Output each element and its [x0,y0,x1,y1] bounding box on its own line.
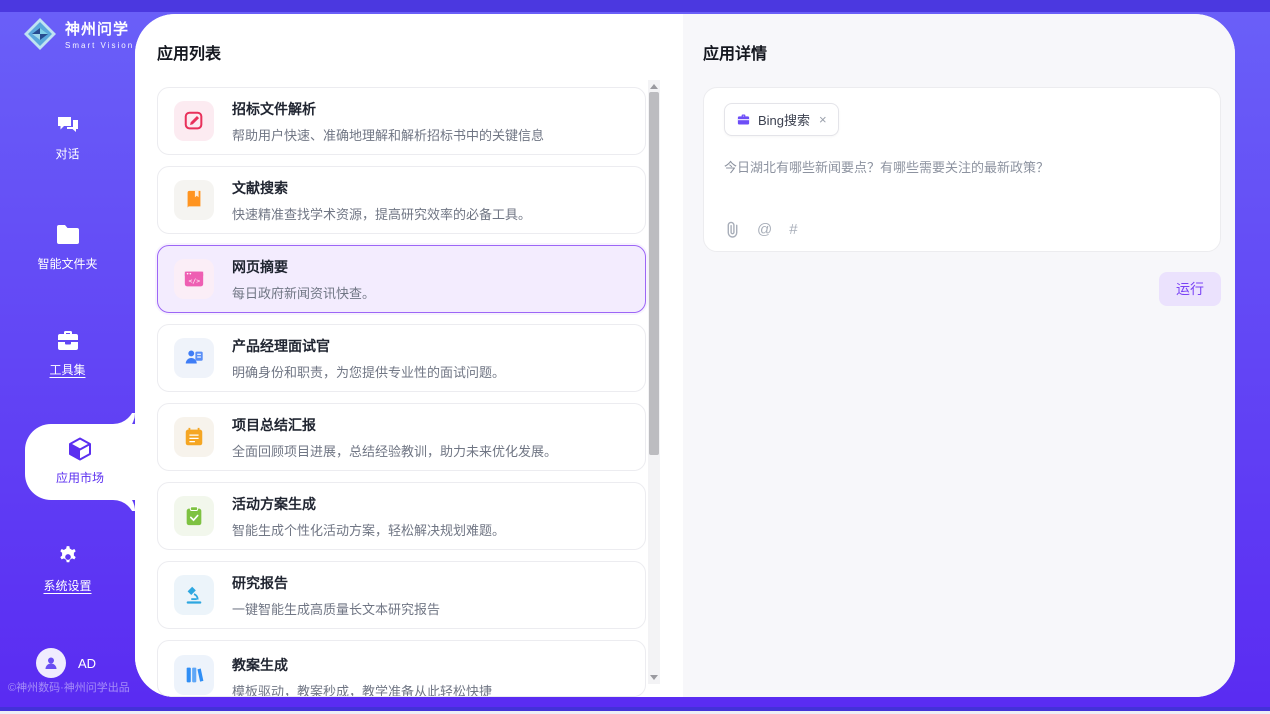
scroll-down-icon[interactable] [650,675,658,680]
browser-code-icon: </> [174,259,214,299]
microscope-icon [174,575,214,615]
document-edit-icon [174,101,214,141]
paperclip-icon[interactable] [725,221,740,238]
app-card-title: 产品经理面试官 [232,336,505,356]
app-card-tender-parse[interactable]: 招标文件解析 帮助用户快速、准确地理解和解析招标书中的关键信息 [157,87,646,155]
sidebar-item-app-market[interactable]: 应用市场 [25,424,135,500]
scrollbar-thumb[interactable] [649,92,659,455]
sidebar-item-settings[interactable]: 系统设置 [0,544,135,594]
clipboard-check-icon [174,496,214,536]
toolbox-icon [55,328,81,354]
app-card-desc: 全面回顾项目进展，总结经验教训，助力未来优化发展。 [232,441,557,460]
app-card-desc: 智能生成个性化活动方案，轻松解决规划难题。 [232,520,505,539]
sidebar-item-smart-folder[interactable]: 智能文件夹 [0,222,135,272]
app-card-event-plan[interactable]: 活动方案生成 智能生成个性化活动方案，轻松解决规划难题。 [157,482,646,550]
sidebar-item-label: 对话 [0,145,135,162]
brand-text: 神州问学 Smart Vision [65,18,134,50]
svg-text:</>: </> [189,277,201,285]
scroll-up-icon[interactable] [650,84,658,89]
app-card-desc: 模板驱动，教案秒成，教学准备从此轻松快捷 [232,681,492,697]
app-card-desc: 一键智能生成高质量长文本研究报告 [232,599,440,618]
sidebar-item-label: 应用市场 [25,469,135,486]
sidebar-item-label: 智能文件夹 [0,255,135,272]
app-detail-title: 应用详情 [703,40,1221,64]
app-card-desc: 明确身份和职责，为您提供专业性的面试问题。 [232,362,505,381]
tool-tag-bing-search[interactable]: Bing搜索 × [724,103,839,136]
book-icon [174,180,214,220]
sidebar-item-label: 系统设置 [0,577,135,594]
run-button[interactable]: 运行 [1159,272,1221,306]
gear-icon [55,544,81,570]
app-card-lesson-plan[interactable]: 教案生成 模板驱动，教案秒成，教学准备从此轻松快捷 [157,640,646,697]
person-icon [42,654,60,672]
briefcase-icon [736,112,751,127]
chat-icon [55,112,81,138]
app-card-project-summary[interactable]: 项目总结汇报 全面回顾项目进展，总结经验教训，助力未来优化发展。 [157,403,646,471]
app-card-title: 招标文件解析 [232,99,544,119]
app-card-title: 项目总结汇报 [232,415,557,435]
brand-diamond-icon [22,16,58,52]
cube-icon [67,436,93,462]
sidebar-item-chat[interactable]: 对话 [0,112,135,162]
brand-logo: 神州问学 Smart Vision [22,16,134,52]
hashtag-icon[interactable]: # [789,221,797,238]
user-account[interactable]: AD [36,648,96,678]
prompt-card[interactable]: Bing搜索 × 今日湖北有哪些新闻要点？有哪些需要关注的最新政策？ @ # [703,87,1221,252]
app-list-scrollbar[interactable] [648,80,660,684]
attachment-toolbar: @ # [725,221,798,238]
prompt-text[interactable]: 今日湖北有哪些新闻要点？有哪些需要关注的最新政策？ [724,158,1200,178]
copyright-footer: ©神州数码·神州问学出品 [8,679,130,695]
app-card-title: 活动方案生成 [232,494,505,514]
content-shell: 应用列表 招标文件解析 帮助用户快速、准确地理解和解析招标书中的关键信息 文献搜… [135,14,1235,697]
brand-subtitle: Smart Vision [65,41,134,50]
app-card-literature-search[interactable]: 文献搜索 快速精准查找学术资源，提高研究效率的必备工具。 [157,166,646,234]
summary-calendar-icon [174,417,214,457]
app-card-desc: 每日政府新闻资讯快查。 [232,283,375,302]
sidebar-item-label: 工具集 [0,361,135,378]
app-detail-panel: 应用详情 Bing搜索 × 今日湖北有哪些新闻要点？有哪些需要关注的最新政策？ … [683,14,1235,697]
app-card-desc: 快速精准查找学术资源，提高研究效率的必备工具。 [232,204,531,223]
sidebar: 神州问学 Smart Vision 对话 智能文件夹 工具集 应用市场 [0,0,135,714]
tool-tag-label: Bing搜索 [758,110,810,129]
folder-icon [55,222,81,248]
app-card-research-report[interactable]: 研究报告 一键智能生成高质量长文本研究报告 [157,561,646,629]
books-icon [174,655,214,695]
app-card-title: 教案生成 [232,655,492,675]
tool-tag-close-icon[interactable]: × [819,112,827,127]
app-list-panel: 应用列表 招标文件解析 帮助用户快速、准确地理解和解析招标书中的关键信息 文献搜… [135,14,683,697]
app-card-title: 网页摘要 [232,257,375,277]
brand-name: 神州问学 [65,18,134,39]
avatar [36,648,66,678]
user-name: AD [78,656,96,671]
app-card-pm-interviewer[interactable]: 产品经理面试官 明确身份和职责，为您提供专业性的面试问题。 [157,324,646,392]
window-top-strip [0,0,1270,12]
interviewer-icon [174,338,214,378]
app-card-title: 文献搜索 [232,178,531,198]
mention-icon[interactable]: @ [757,221,772,238]
sidebar-item-toolset[interactable]: 工具集 [0,328,135,378]
app-card-web-summary[interactable]: </> 网页摘要 每日政府新闻资讯快查。 [157,245,646,313]
app-card-desc: 帮助用户快速、准确地理解和解析招标书中的关键信息 [232,125,544,144]
app-card-title: 研究报告 [232,573,440,593]
app-card-list: 招标文件解析 帮助用户快速、准确地理解和解析招标书中的关键信息 文献搜索 快速精… [157,87,646,697]
app-list-title: 应用列表 [157,40,683,64]
